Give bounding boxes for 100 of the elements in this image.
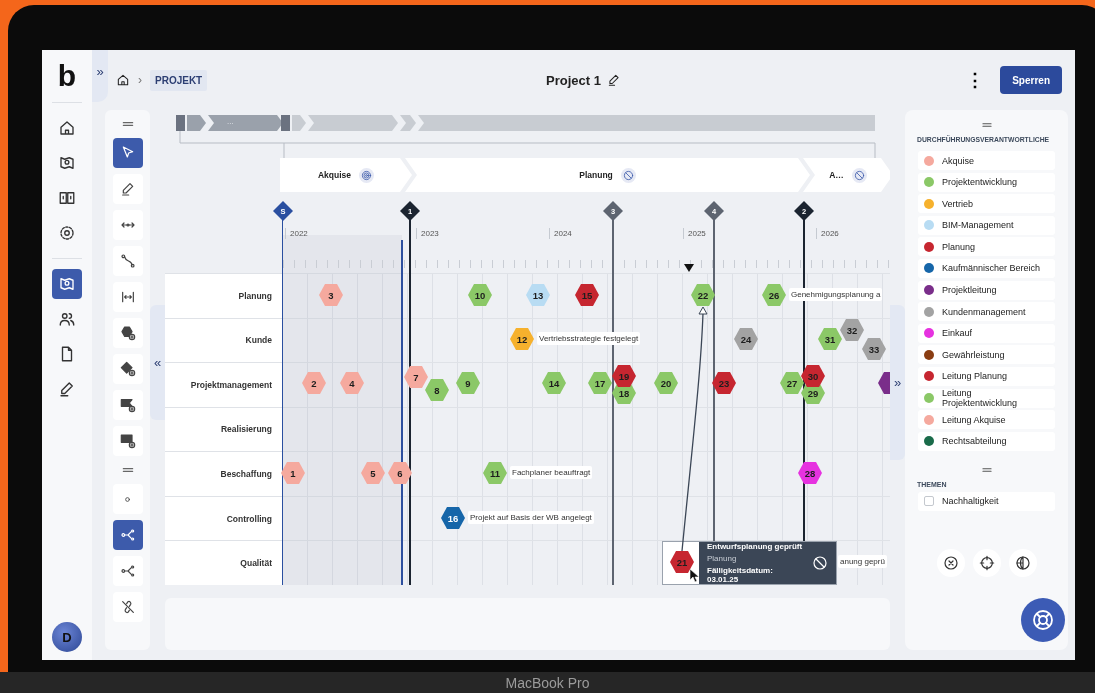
row-label: Beschaffung bbox=[165, 452, 282, 496]
tool-button[interactable] bbox=[112, 318, 143, 348]
legend-item[interactable]: Projektentwicklung bbox=[918, 172, 1055, 192]
year-label: 2022 bbox=[285, 228, 308, 239]
legend-item[interactable]: Akquise bbox=[918, 151, 1055, 170]
fit-width-icon bbox=[119, 289, 136, 305]
legend-item[interactable]: Einkauf bbox=[918, 323, 1055, 343]
branch-icon bbox=[119, 563, 136, 579]
hexagon-plus-icon bbox=[119, 325, 136, 341]
year-label: 2023 bbox=[416, 228, 439, 239]
phase-label: A… bbox=[829, 170, 844, 180]
year-label: 2025 bbox=[683, 228, 706, 239]
legend-item[interactable]: Rechtsabteilung bbox=[918, 431, 1055, 451]
legend-label: Planung bbox=[942, 241, 976, 252]
more-menu-button[interactable]: ⋮ bbox=[964, 69, 987, 91]
pen-icon bbox=[58, 380, 76, 398]
map-icon bbox=[58, 189, 76, 207]
theme-item[interactable]: Nachhaltigkeit bbox=[918, 491, 1055, 511]
help-button[interactable] bbox=[1021, 598, 1065, 642]
breadcrumb-item[interactable]: PROJEKT bbox=[150, 69, 208, 91]
crosshair-icon bbox=[978, 554, 995, 571]
legend-label: Kaufmännischer Bereich bbox=[942, 263, 1041, 274]
tool-button[interactable] bbox=[112, 520, 143, 550]
collapse-tab[interactable]: « bbox=[150, 305, 165, 420]
tool-button[interactable] bbox=[112, 592, 143, 622]
unlink-icon bbox=[119, 599, 136, 615]
clear-button[interactable] bbox=[936, 548, 965, 577]
legend-item[interactable]: Kaufmännischer Bereich bbox=[918, 258, 1055, 278]
year-label: 2026 bbox=[816, 228, 839, 239]
phase-label: Planung bbox=[579, 170, 613, 180]
lifebuoy-icon bbox=[1031, 608, 1055, 632]
phase-segment[interactable]: A… bbox=[803, 158, 890, 192]
branch-icon bbox=[119, 527, 136, 543]
lock-button[interactable]: Sperren bbox=[1000, 66, 1062, 94]
globe-button[interactable] bbox=[1008, 548, 1037, 577]
tool-button[interactable] bbox=[112, 246, 143, 276]
legend-label: BIM-Management bbox=[942, 220, 1014, 231]
edit-icon bbox=[606, 73, 621, 87]
legend-label: Leitung Akquise bbox=[942, 414, 1006, 425]
theme-label: Nachhaltigkeit bbox=[942, 496, 999, 507]
card-title: Entwurfsplanung geprüft bbox=[707, 542, 804, 551]
row-label: Projektmanagement bbox=[165, 363, 282, 407]
due-date: Fälligkeitsdatum: 03.01.25 bbox=[707, 566, 774, 584]
tool-button[interactable] bbox=[112, 282, 143, 312]
globe-icon bbox=[1014, 554, 1031, 571]
home-icon bbox=[116, 73, 130, 87]
phase-segment[interactable]: Akquise bbox=[280, 158, 412, 192]
phase-segment[interactable]: Planung bbox=[405, 158, 810, 192]
legend-item[interactable]: Projektleitung bbox=[918, 280, 1055, 300]
tool-button[interactable] bbox=[112, 426, 143, 456]
tool-button[interactable] bbox=[112, 210, 143, 240]
row-label: Realisierung bbox=[165, 407, 282, 452]
tool-button[interactable] bbox=[112, 556, 143, 586]
home-icon bbox=[58, 119, 76, 137]
legend-label: Einkauf bbox=[942, 328, 973, 339]
legend-item[interactable]: Vertrieb bbox=[918, 194, 1055, 214]
year-label: 2024 bbox=[549, 228, 572, 239]
target-icon bbox=[359, 167, 375, 183]
legend-label: Kundenmanagement bbox=[942, 306, 1026, 317]
avatar[interactable]: D bbox=[52, 622, 82, 652]
current-date-marker bbox=[684, 264, 694, 272]
row-label: Qualität bbox=[165, 541, 282, 585]
settings-icon bbox=[58, 224, 76, 242]
center-button[interactable] bbox=[972, 548, 1001, 577]
legend-label: Akquise bbox=[942, 155, 975, 166]
close-circle-icon bbox=[942, 554, 959, 571]
legend-label: Vertrieb bbox=[942, 198, 974, 209]
expand-toggle[interactable]: » bbox=[92, 50, 108, 102]
map-pin-icon bbox=[58, 275, 76, 293]
map-pin-icon bbox=[58, 154, 76, 172]
curve-icon bbox=[119, 253, 136, 269]
breadcrumb-separator: › bbox=[138, 73, 142, 87]
logo[interactable]: b bbox=[57, 60, 77, 92]
legend-item[interactable]: Leitung Projektentwicklung bbox=[918, 388, 1055, 408]
tool-button[interactable] bbox=[112, 138, 143, 168]
legend-item[interactable]: Gewährleistung bbox=[918, 345, 1055, 365]
checkbox[interactable] bbox=[924, 496, 934, 507]
project-title: Project 1 bbox=[546, 72, 601, 88]
legend-label: Leitung Projektentwicklung bbox=[942, 388, 1019, 409]
phase-label: Akquise bbox=[317, 170, 352, 180]
tool-button[interactable] bbox=[112, 354, 143, 384]
legend-label: Gewährleistung bbox=[942, 349, 1005, 360]
pen-icon bbox=[119, 181, 136, 197]
legend-item[interactable]: BIM-Management bbox=[918, 215, 1055, 235]
people-icon bbox=[58, 310, 76, 328]
legend-label: Projektentwicklung bbox=[942, 177, 1018, 188]
legend-item[interactable]: Planung bbox=[918, 237, 1055, 257]
row-label: Controlling bbox=[165, 496, 282, 541]
legend-item[interactable]: Kundenmanagement bbox=[918, 302, 1055, 322]
blocked-icon bbox=[620, 167, 636, 183]
nav-item[interactable] bbox=[52, 269, 82, 299]
row-label: Planung bbox=[165, 274, 282, 318]
legend-item[interactable]: Leitung Akquise bbox=[918, 410, 1055, 430]
device-label: MacBook Pro bbox=[505, 674, 590, 691]
legend-item[interactable]: Leitung Planung bbox=[918, 366, 1055, 386]
legend-label: Projektleitung bbox=[942, 285, 997, 296]
tool-button[interactable] bbox=[112, 390, 143, 420]
card-subtitle: Planung bbox=[707, 554, 738, 563]
blocked-icon bbox=[812, 555, 828, 571]
collapse-tab[interactable]: » bbox=[890, 305, 905, 460]
